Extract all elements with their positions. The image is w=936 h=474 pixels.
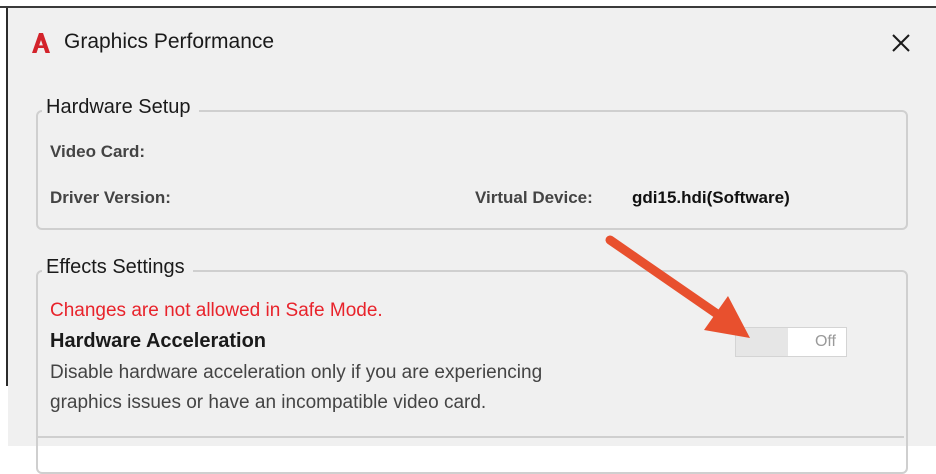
background-window-edge: [0, 0, 936, 8]
virtual-device-value: gdi15.hdi(Software): [632, 188, 790, 207]
hardware-acceleration-title: Hardware Acceleration: [50, 330, 267, 352]
title-bar[interactable]: Graphics Performance: [8, 8, 936, 74]
video-card-label: Video Card:: [50, 142, 146, 161]
toggle-state-label: Off: [814, 333, 836, 350]
hardware-setup-group: [36, 110, 908, 230]
effects-settings-legend: Effects Settings: [42, 256, 193, 279]
driver-version-label: Driver Version:: [50, 188, 171, 207]
safe-mode-warning: Changes are not allowed in Safe Mode.: [50, 300, 383, 321]
window-title: Graphics Performance: [64, 30, 275, 53]
annotation-arrow-icon: [605, 235, 750, 338]
autocad-a-icon: [32, 33, 50, 53]
close-icon[interactable]: [886, 28, 916, 58]
virtual-device-label: Virtual Device:: [475, 188, 593, 207]
hardware-setup-legend: Hardware Setup: [42, 96, 199, 119]
background-gap: [0, 386, 8, 446]
section-divider: [38, 436, 904, 438]
hardware-acceleration-description-line1: Disable hardware acceleration only if yo…: [50, 362, 543, 383]
background-window-edge-left: [0, 8, 8, 446]
hardware-acceleration-description-line2: graphics issues or have an incompatible …: [50, 392, 487, 413]
graphics-performance-dialog: Graphics Performance Hardware Setup Vide…: [8, 8, 936, 474]
